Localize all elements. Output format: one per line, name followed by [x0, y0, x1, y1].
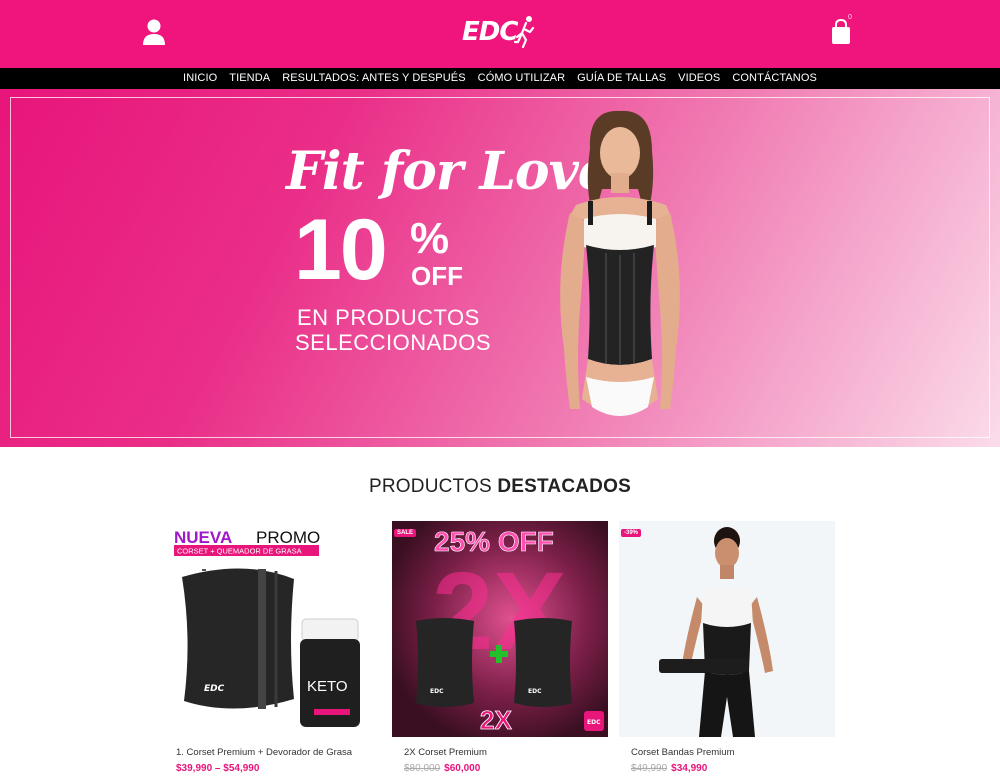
title-bold: DESTACADOS: [497, 476, 631, 497]
product-card-1[interactable]: NUEVA PROMO CORSET + QUEMADOR DE GRASA E…: [164, 521, 380, 776]
corset-bandas-model-image: [619, 521, 835, 737]
qty-2x: 2X: [480, 705, 512, 735]
new-price-2: $60,000: [444, 763, 481, 774]
title-light: PRODUCTOS: [369, 476, 492, 497]
promo-title-promo: PROMO: [256, 528, 320, 547]
nav-item-como-utilizar[interactable]: CÓMO UTILIZAR: [472, 68, 571, 89]
new-price-3: $34,990: [671, 763, 708, 774]
product-name-1[interactable]: 1. Corset Premium + Devorador de Grasa: [176, 747, 352, 758]
discount-badge: -39%: [621, 529, 642, 537]
corset-keto-promo-image: NUEVA PROMO CORSET + QUEMADOR DE GRASA E…: [164, 521, 380, 737]
sale-badge: SALE: [394, 529, 417, 537]
hero-off-label: OFF: [411, 261, 463, 291]
runner-logo-icon: [514, 16, 535, 49]
nav-item-inicio[interactable]: INICIO: [177, 68, 223, 89]
product-image-2[interactable]: 25% OFF 2X EDC EDC 2X EDC SALE: [392, 521, 608, 737]
nav-item-resultados[interactable]: RESULTADOS: ANTES Y DESPUÉS: [276, 68, 471, 89]
shopping-bag-icon[interactable]: [830, 19, 852, 45]
hero-banner[interactable]: Fit for Love 10 % OFF EN PRODUCTOS SELEC…: [0, 89, 1000, 447]
product-name-3[interactable]: Corset Bandas Premium: [631, 747, 734, 758]
hero-percent-sign: %: [410, 214, 450, 263]
svg-text:EDC: EDC: [587, 719, 601, 726]
hero-discount-value: 10: [294, 202, 388, 298]
nav-item-contactanos[interactable]: CONTÁCTANOS: [726, 68, 823, 89]
main-nav: INICIO TIENDA RESULTADOS: ANTES Y DESPUÉ…: [0, 68, 1000, 89]
svg-text:EDC: EDC: [430, 688, 444, 695]
hero-subtitle-line2: SELECCIONADOS: [295, 330, 491, 355]
user-account-icon[interactable]: [143, 19, 165, 45]
product-card-2[interactable]: 25% OFF 2X EDC EDC 2X EDC SALE 2X Corset…: [392, 521, 608, 776]
nav-item-tienda[interactable]: TIENDA: [223, 68, 276, 89]
product-price-1: $39,990 – $54,990: [176, 763, 260, 774]
top-header: EDC 0: [0, 0, 1000, 68]
product-image-1[interactable]: NUEVA PROMO CORSET + QUEMADOR DE GRASA E…: [164, 521, 380, 737]
cart-count: 0: [848, 14, 852, 21]
svg-text:EDC: EDC: [528, 688, 542, 695]
old-price-2: $80,000: [404, 763, 441, 774]
product-price-2: $80,000 $60,000: [404, 763, 480, 774]
product-card-3[interactable]: -39% Corset Bandas Premium $49,990 $34,99…: [619, 521, 835, 776]
double-corset-promo-image: 25% OFF 2X EDC EDC 2X EDC: [392, 521, 608, 737]
site-logo[interactable]: EDC: [462, 12, 540, 52]
nav-item-guia-tallas[interactable]: GUÍA DE TALLAS: [571, 68, 672, 89]
product-price-3: $49,990 $34,990: [631, 763, 707, 774]
logo-text: EDC: [462, 17, 518, 47]
jar-label: KETO: [307, 678, 348, 695]
promo-subtitle: CORSET + QUEMADOR DE GRASA: [177, 547, 302, 556]
svg-text:EDC: EDC: [204, 684, 225, 694]
product-name-2[interactable]: 2X Corset Premium: [404, 747, 487, 758]
promo-title-nueva: NUEVA: [174, 528, 232, 547]
product-image-3[interactable]: -39%: [619, 521, 835, 737]
model-corset-image: [560, 110, 680, 416]
featured-products-title: PRODUCTOS DESTACADOS: [0, 476, 1000, 498]
nav-item-videos[interactable]: VIDEOS: [672, 68, 726, 89]
hero-subtitle-line1: EN PRODUCTOS: [297, 305, 480, 330]
old-price-3: $49,990: [631, 763, 668, 774]
